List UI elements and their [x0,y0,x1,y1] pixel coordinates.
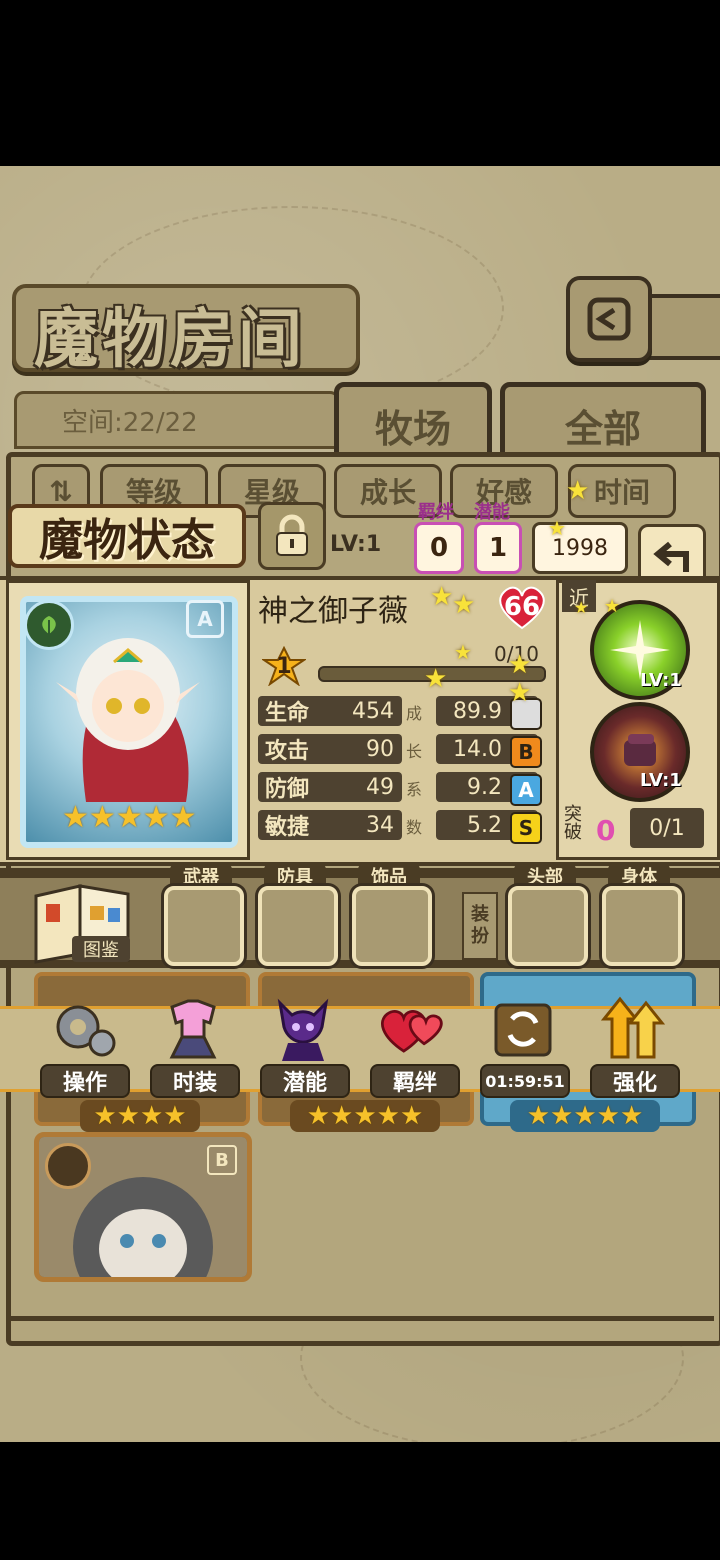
stat-label: 攻击 [258,734,316,764]
stat-row-hp: 生命 454 [258,694,402,728]
upgrade-arrows-icon [596,990,670,1066]
status-title: 魔物状态 [8,504,246,568]
sparkle-star-icon: ★ [508,650,532,680]
roster-stars: ★★★★ [80,1100,200,1132]
break-progress: 0/1 [630,808,704,848]
roster-card[interactable]: B [34,1132,252,1282]
equip-slot-head[interactable] [508,886,588,966]
monster-name: 神之御子薇 [258,594,408,629]
potential-label: 潜能 [474,502,510,523]
potential-value: 1 [474,522,522,574]
level-heart: 66 [496,584,548,630]
action-label: 时装 [150,1064,240,1098]
stat-row-def: 防御 49 [258,770,402,804]
outfit-icon [156,990,230,1066]
sparkle-star-icon: ★ [424,664,448,694]
stat-label: 防御 [258,772,316,802]
back-button[interactable] [566,276,652,362]
sparkle-star-icon: ★ [548,516,566,540]
bond-label: 羁绊 [418,502,454,523]
action-label: 强化 [590,1064,680,1098]
growth-char: 数 [406,818,423,837]
action-swap-button[interactable]: 01:59:51 [480,990,570,1098]
growth-char: 系 [406,780,423,799]
star-icon: ★ [169,800,197,835]
stat-row-agi: 敏捷 34 [258,808,402,842]
bond-value: 0 [414,522,464,574]
action-label: 潜能 [260,1064,350,1098]
page-title: 魔物房间 [34,303,306,377]
equip-slot-body[interactable] [602,886,682,966]
growth-char: 长 [406,742,423,761]
equip-slot-armor[interactable] [258,886,338,966]
status-level: LV:1 [330,532,382,557]
action-potential-button[interactable]: 潜能 [260,990,350,1098]
potential-icon [266,990,340,1066]
stat-label: 敏捷 [258,810,316,840]
growth-char: 成 [406,704,423,723]
dress-up-label: 装扮 [462,892,498,960]
sort-icon: ⇅ [49,474,73,508]
sparkle-star-icon: ★ [508,678,532,708]
element-leaf-icon [24,600,74,650]
hearts-icon [376,990,450,1066]
sparkle-star-icon: ★ [574,598,589,617]
roster-stars: ★★★★★ [290,1100,440,1132]
header-bar [640,294,720,360]
sparkle-star-icon: ★ [454,640,472,664]
growth-grade-agi: S [510,812,542,844]
action-upgrade-button[interactable]: 强化 [590,990,680,1098]
game-screen: 魔物房间 空间:22/22 牧场 全部 ⇅ 等级 星级 成长 好感 时间 魔物状… [0,166,720,1442]
stat-value: 34 [316,810,402,840]
action-bond-button[interactable]: 羁绊 [370,990,460,1098]
stat-row-atk: 攻击 90 [258,732,402,766]
monster-grade-badge: A [186,600,224,638]
action-label: 羁绊 [370,1064,460,1098]
lock-button[interactable] [258,502,326,570]
growth-grade-atk: B [510,736,542,768]
rank-value: 1 [276,653,292,679]
sparkle-star-icon: ★ [566,476,590,506]
roster-frame-bottom [6,1316,714,1341]
stat-value: 90 [316,734,402,764]
space-counter: 空间:22/22 [62,408,198,438]
action-outfit-button[interactable]: 时装 [150,990,240,1098]
combat-power: 1998 [532,522,628,574]
level-value: 66 [503,592,541,622]
equip-slot-accessory[interactable] [352,886,432,966]
swap-chest-icon [486,990,560,1066]
element-mountain-icon [45,1143,91,1189]
star-icon: ★ [62,800,89,835]
break-value: 0 [596,814,616,847]
growth-grade-def: A [510,774,542,806]
lock-icon [276,514,308,556]
action-label: 操作 [40,1064,130,1098]
stat-value: 454 [316,696,402,726]
star-icon: ★ [88,800,116,835]
stat-label: 生命 [258,696,316,726]
encyclopedia-label: 图鉴 [72,936,130,962]
stat-value: 49 [316,772,402,802]
gear-icon [46,990,120,1066]
star-icon: ★ [142,800,170,835]
star-rating: ★ ★ ★ ★ ★ [62,800,197,835]
roster-grade-badge: B [207,1145,237,1175]
action-operate-button[interactable]: 操作 [40,990,130,1098]
back-arrow-icon [587,297,631,341]
skill-2-level: LV:1 [640,770,682,791]
equip-slot-weapon[interactable] [164,886,244,966]
roster-stars: ★★★★★ [510,1100,660,1132]
sparkle-star-icon: ★ [430,582,454,612]
star-icon: ★ [115,800,143,835]
sparkle-star-icon: ★ [604,596,621,617]
skill-1-level: LV:1 [640,670,682,691]
sparkle-star-icon: ★ [452,590,476,620]
timer-label: 01:59:51 [480,1064,570,1098]
break-label: 突破 [564,804,582,843]
rank-badge: 1 [262,646,306,686]
return-arrow-icon [653,541,689,572]
